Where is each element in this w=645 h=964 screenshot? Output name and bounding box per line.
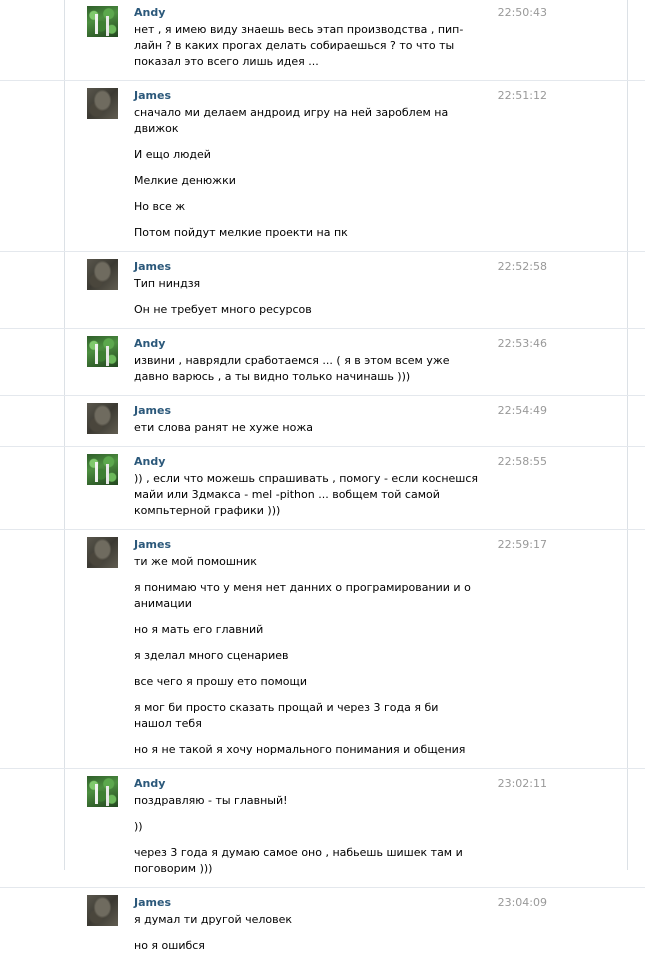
message-timestamp[interactable]: 22:51:12 bbox=[498, 89, 547, 102]
avatar[interactable] bbox=[87, 336, 118, 367]
message-text: через 3 года я думаю самое оно , набьешь… bbox=[134, 846, 463, 875]
message-lines: )) , если что можешь спрашивать , помогу… bbox=[134, 471, 479, 519]
avatar[interactable] bbox=[87, 454, 118, 485]
message-block: James 22:59:17 ти же мой помошник я понимаю… bbox=[0, 529, 645, 768]
author-name-link[interactable]: James bbox=[134, 404, 171, 417]
message-block: James 22:54:49 ети слова ранят не хуже нож… bbox=[0, 395, 645, 446]
message-timestamp[interactable]: 23:02:11 bbox=[498, 777, 547, 790]
message-lines: ети слова ранят не хуже ножа bbox=[134, 420, 479, 436]
avatar[interactable] bbox=[87, 537, 118, 568]
message-lines: нет , я имею виду знаешь весь этап произ… bbox=[134, 22, 479, 70]
message-lines: Тип ниндзя Он не требует много ресурсов bbox=[134, 276, 479, 318]
message-timestamp[interactable]: 22:50:43 bbox=[498, 6, 547, 19]
message-timestamp[interactable]: 22:58:55 bbox=[498, 455, 547, 468]
avatar[interactable] bbox=[87, 6, 118, 37]
message-lines: ти же мой помошник я понимаю что у меня н… bbox=[134, 554, 479, 758]
message-text: ти же мой помошник bbox=[134, 555, 257, 568]
message-text: но я мать его главний bbox=[134, 623, 264, 636]
message-text: И ещо людей bbox=[134, 148, 211, 161]
message-text: я зделал много сценариев bbox=[134, 649, 289, 662]
message-block: James 23:04:09 я думал ти другой человек но… bbox=[0, 887, 645, 964]
author-name-link[interactable]: Andy bbox=[134, 337, 165, 350]
message-text: я думал ти другой человек bbox=[134, 913, 293, 926]
avatar[interactable] bbox=[87, 88, 118, 119]
message-block: James 22:51:12 сначало ми делаем андроид и… bbox=[0, 80, 645, 251]
avatar[interactable] bbox=[87, 776, 118, 807]
message-block: Andy 22:53:46 извини , наврядли сработаемс… bbox=[0, 328, 645, 395]
avatar[interactable] bbox=[87, 403, 118, 434]
author-name-link[interactable]: Andy bbox=[134, 777, 165, 790]
message-text: ети слова ранят не хуже ножа bbox=[134, 421, 314, 434]
message-lines: я думал ти другой человек но я ошибся bbox=[134, 912, 479, 954]
message-text: Он не требует много ресурсов bbox=[134, 303, 312, 316]
message-timestamp[interactable]: 22:53:46 bbox=[498, 337, 547, 350]
author-name-link[interactable]: James bbox=[134, 89, 171, 102]
author-name-link[interactable]: James bbox=[134, 896, 171, 909]
message-text: но я ошибся bbox=[134, 939, 205, 952]
message-lines: поздравляю - ты главный!)) через 3 года я… bbox=[134, 793, 479, 877]
message-text: все чего я прошу ето помощи bbox=[134, 675, 308, 688]
message-text: )) bbox=[134, 820, 143, 833]
avatar[interactable] bbox=[87, 895, 118, 926]
message-text: нет , я имею виду знаешь весь этап произ… bbox=[134, 23, 464, 68]
message-text: я понимаю что у меня нет данних о програ… bbox=[134, 581, 471, 610]
message-text: поздравляю - ты главный! bbox=[134, 794, 288, 807]
message-block: Andy 22:50:43 нет , я имею виду знаешь вес… bbox=[0, 0, 645, 80]
message-timestamp[interactable]: 22:52:58 bbox=[498, 260, 547, 273]
message-block: James 22:52:58 Тип ниндзя Он не требует мно… bbox=[0, 251, 645, 328]
message-text: Тип ниндзя bbox=[134, 277, 201, 290]
author-name-link[interactable]: James bbox=[134, 260, 171, 273]
message-text: )) , если что можешь спрашивать , помогу… bbox=[134, 472, 479, 517]
message-lines: сначало ми делаем андроид игру на ней за… bbox=[134, 105, 479, 241]
message-list: Andy 22:50:43 нет , я имею виду знаешь вес… bbox=[0, 0, 645, 964]
author-name-link[interactable]: James bbox=[134, 538, 171, 551]
message-lines: извини , наврядли сработаемся ... ( я в … bbox=[134, 353, 479, 385]
message-text: Потом пойдут мелкие проекти на пк bbox=[134, 226, 348, 239]
author-name-link[interactable]: Andy bbox=[134, 6, 165, 19]
message-text: Но все ж bbox=[134, 200, 186, 213]
message-text: но я не такой я хочу нормального пониман… bbox=[134, 743, 466, 756]
message-text: я мог би просто сказать прощай и через 3… bbox=[134, 701, 439, 730]
message-timestamp[interactable]: 22:54:49 bbox=[498, 404, 547, 417]
message-text: извини , наврядли сработаемся ... ( я в … bbox=[134, 354, 450, 383]
message-block: Andy 23:02:11 поздравляю - ты главный!)) че… bbox=[0, 768, 645, 887]
message-timestamp[interactable]: 22:59:17 bbox=[498, 538, 547, 551]
avatar[interactable] bbox=[87, 259, 118, 290]
message-block: Andy 22:58:55 )) , если что можешь спрашив… bbox=[0, 446, 645, 529]
message-text: сначало ми делаем андроид игру на ней за… bbox=[134, 106, 449, 135]
message-timestamp[interactable]: 23:04:09 bbox=[498, 896, 547, 909]
message-text: Мелкие денюжки bbox=[134, 174, 236, 187]
author-name-link[interactable]: Andy bbox=[134, 455, 165, 468]
